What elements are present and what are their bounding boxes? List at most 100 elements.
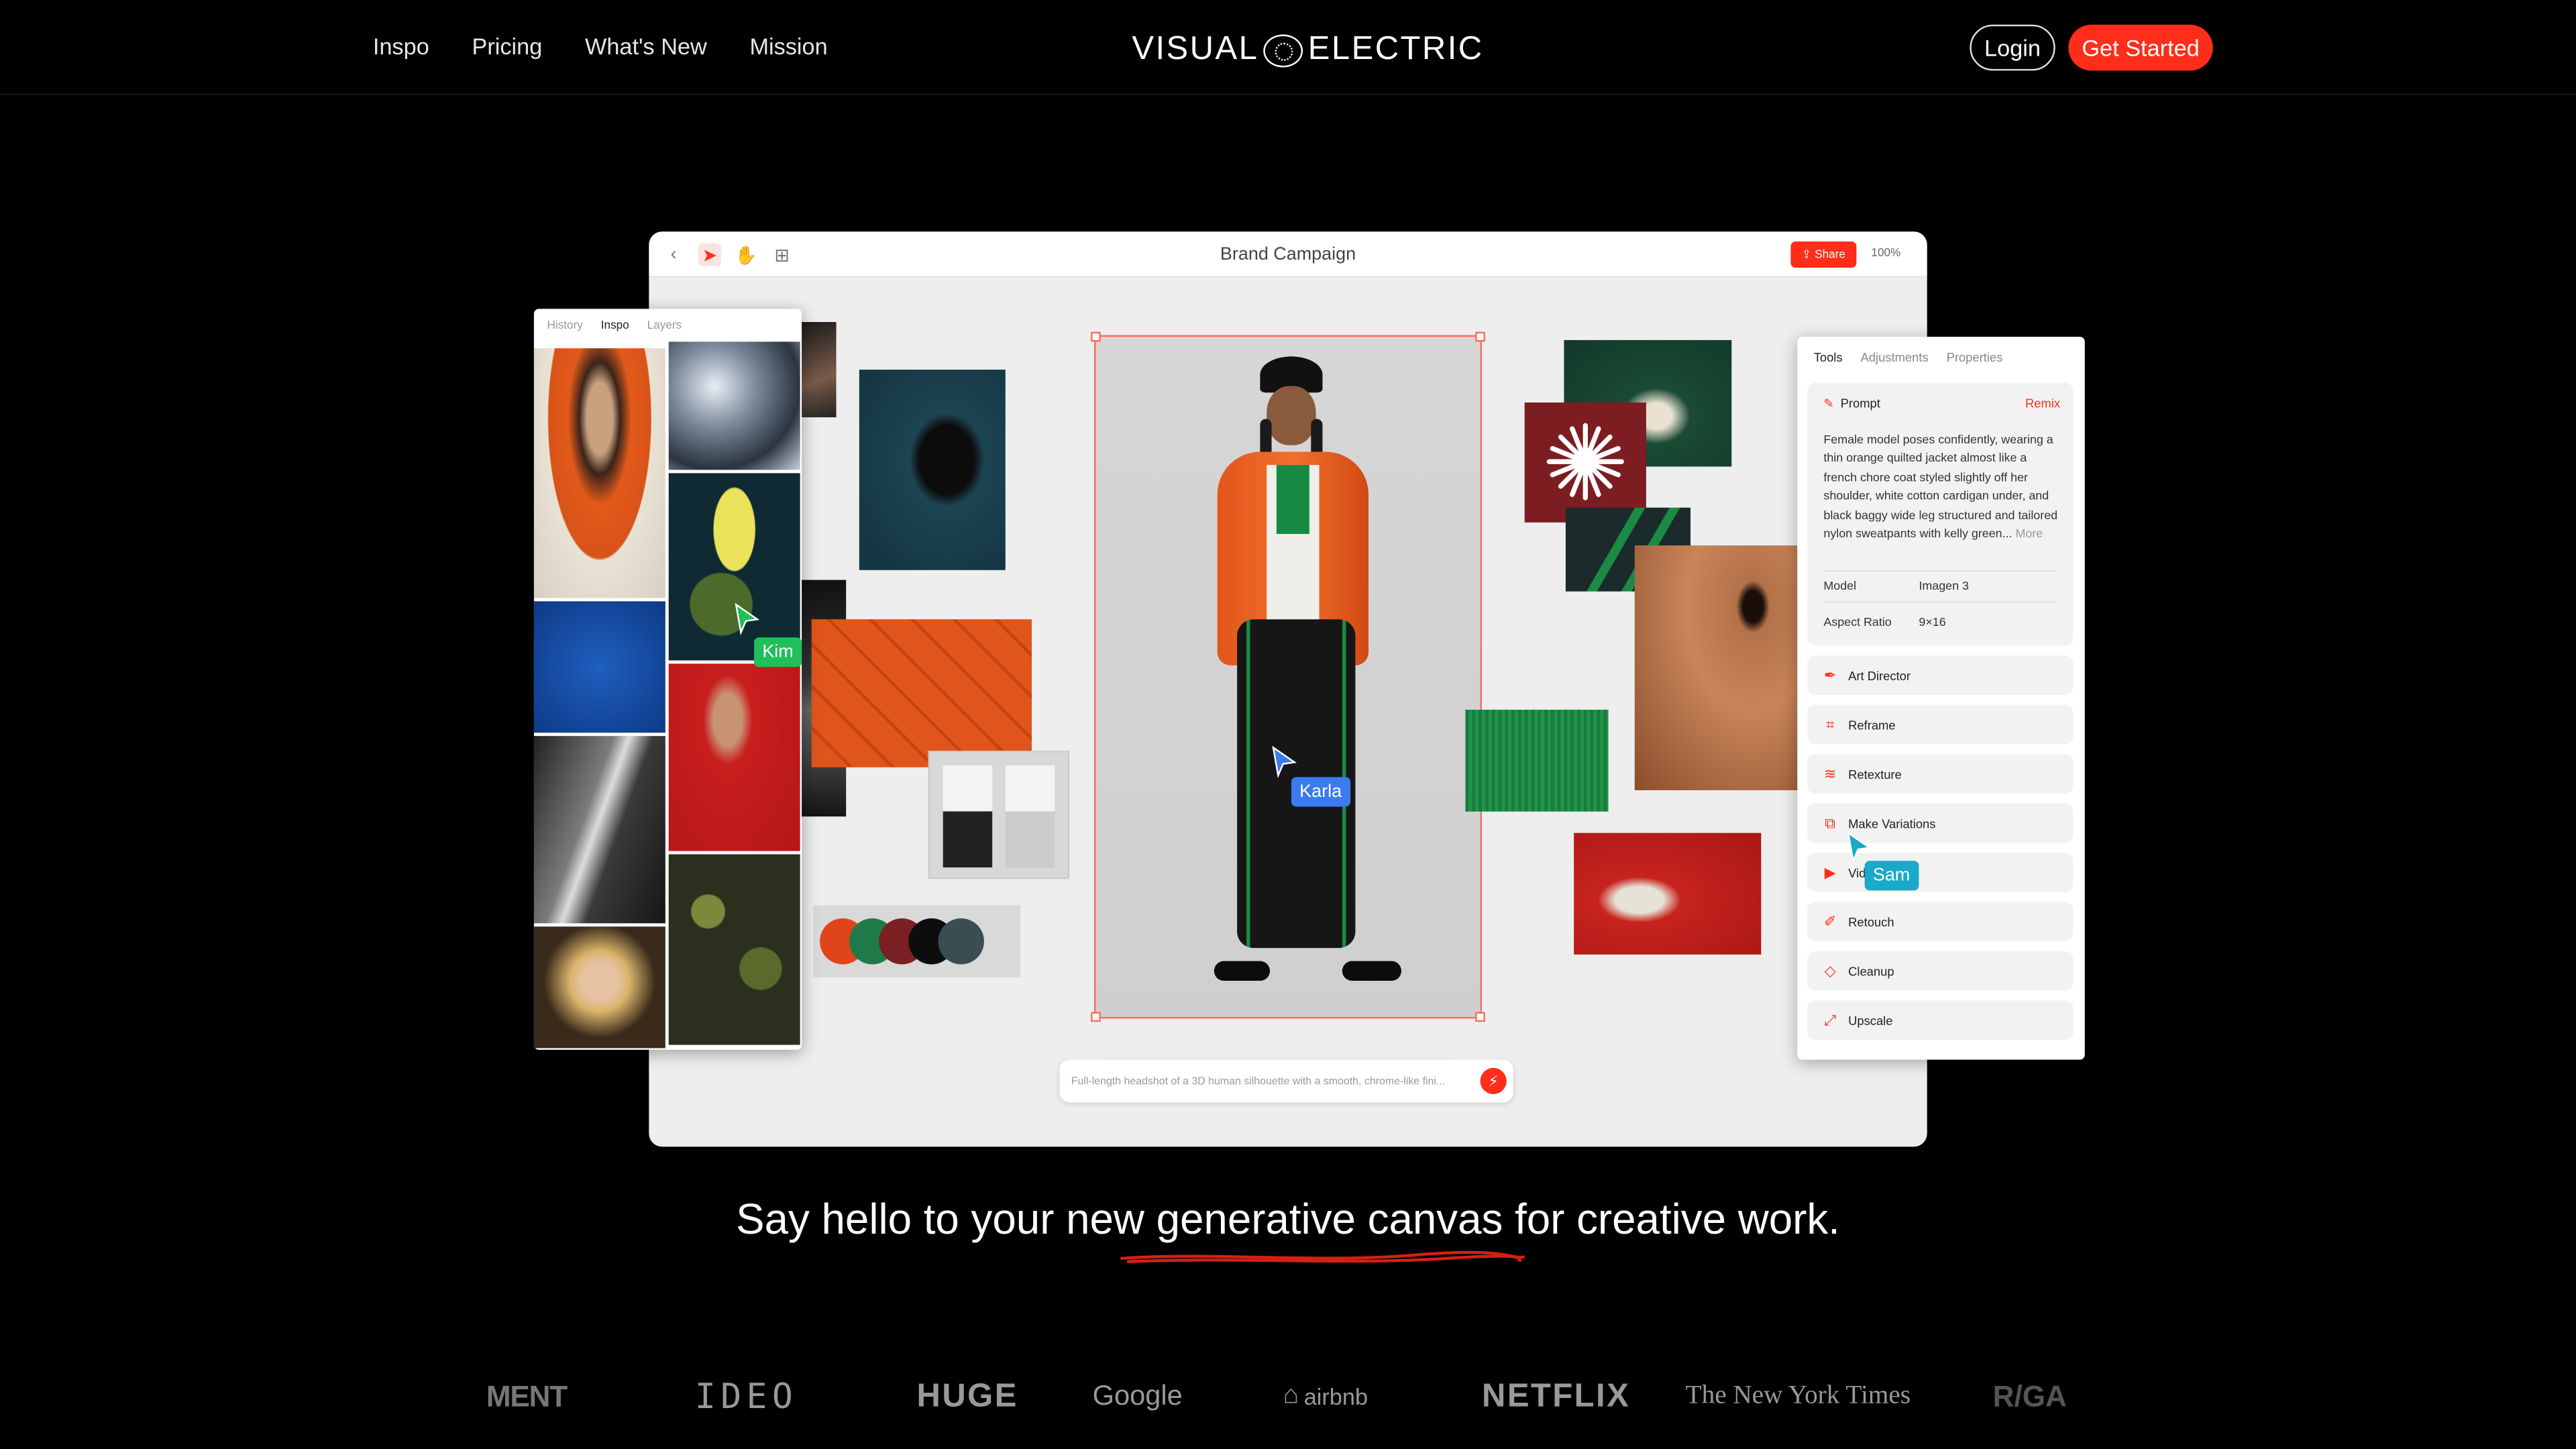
eye-logo-icon bbox=[1263, 34, 1303, 67]
prompt-label: Prompt bbox=[1840, 396, 1880, 411]
get-started-button[interactable]: Get Started bbox=[2068, 24, 2213, 71]
selection-handle-tl[interactable] bbox=[1091, 331, 1101, 342]
palette-swatch[interactable] bbox=[938, 918, 984, 965]
canvas-color-palette[interactable] bbox=[813, 905, 1020, 978]
tool-retouch[interactable]: ✐ Retouch bbox=[1807, 902, 2074, 942]
nav-link-whats-new[interactable]: What's New bbox=[585, 33, 707, 59]
nav-link-pricing[interactable]: Pricing bbox=[472, 33, 542, 59]
client-logo-ideo: IDEO bbox=[694, 1377, 798, 1417]
canvas-image-red-starburst[interactable] bbox=[1524, 402, 1646, 523]
tab-tools[interactable]: Tools bbox=[1814, 350, 1843, 365]
prompt-input[interactable]: Full-length headshot of a 3D human silho… bbox=[1059, 1059, 1513, 1103]
aspect-ratio-value[interactable]: 9×16 bbox=[1919, 614, 1945, 629]
tool-label: Art Director bbox=[1848, 667, 1911, 683]
login-button[interactable]: Login bbox=[1970, 24, 2055, 71]
upscale-icon: ⤢ bbox=[1824, 1011, 1836, 1028]
garment-back bbox=[1005, 765, 1055, 868]
tool-label: Upscale bbox=[1848, 1012, 1893, 1028]
inspo-image-phone-silver[interactable] bbox=[533, 736, 665, 924]
tool-label: Retouch bbox=[1848, 914, 1894, 929]
cursor-label-karla: Karla bbox=[1291, 777, 1350, 807]
prompt-divider bbox=[1823, 570, 2057, 572]
nav-link-inspo[interactable]: Inspo bbox=[373, 33, 429, 59]
model-shoe-right bbox=[1342, 961, 1401, 981]
video-icon: ▶ bbox=[1824, 863, 1836, 880]
kim-cursor-icon bbox=[735, 602, 760, 636]
aspect-ratio-row: Aspect Ratio 9×16 bbox=[1823, 614, 1945, 629]
selection-handle-tr[interactable] bbox=[1475, 331, 1485, 342]
share-button[interactable]: ⇪ Share bbox=[1790, 241, 1857, 268]
model-value[interactable]: Imagen 3 bbox=[1919, 578, 1969, 593]
prompt-card-header: ✎ Prompt bbox=[1823, 396, 1880, 411]
tools-panel: Tools Adjustments Properties ✎ Prompt Re… bbox=[1797, 337, 2085, 1060]
canvas-selected-main-image[interactable] bbox=[1094, 335, 1482, 1019]
prompt-text-block: Female model poses confidently, wearing … bbox=[1823, 431, 2061, 543]
texture-icon: ≋ bbox=[1823, 765, 1837, 782]
tool-label: Cleanup bbox=[1848, 963, 1894, 979]
canvas-image-portrait-strip[interactable] bbox=[800, 322, 837, 418]
client-logo-nyt: The New York Times bbox=[1685, 1381, 1911, 1410]
aspect-ratio-label: Aspect Ratio bbox=[1823, 614, 1892, 629]
selection-handle-br[interactable] bbox=[1475, 1012, 1485, 1022]
inspo-image-red-sweater[interactable] bbox=[668, 663, 800, 851]
canvas-image-black-shoe[interactable] bbox=[859, 370, 1006, 570]
inspo-panel: History Inspo Layers bbox=[533, 309, 802, 1050]
selection-handle-bl[interactable] bbox=[1091, 1012, 1101, 1022]
nav-links: Inspo Pricing What's New Mission bbox=[373, 33, 828, 59]
visual-electric-logo[interactable]: VISUAL ELECTRIC bbox=[1132, 32, 1483, 69]
more-link[interactable]: More bbox=[2016, 526, 2043, 541]
model-label: Model bbox=[1823, 578, 1857, 594]
client-logo-netflix: NETFLIX bbox=[1481, 1377, 1631, 1414]
prompt-text: Female model poses confidently, wearing … bbox=[1823, 432, 2058, 541]
inspo-image-blonde-woman[interactable] bbox=[533, 926, 665, 1049]
cursor-label-kim: Kim bbox=[754, 637, 802, 667]
model-green-top bbox=[1276, 465, 1309, 534]
client-logo-airbnb: ⌂ airbnb bbox=[1283, 1372, 1368, 1421]
zoom-level[interactable]: 100% bbox=[1871, 248, 1900, 260]
top-nav: Inspo Pricing What's New Mission VISUAL … bbox=[0, 0, 2576, 96]
inspo-image-bubbles[interactable] bbox=[668, 854, 800, 1045]
model-divider bbox=[1823, 601, 2057, 603]
tagline-scribble-underline bbox=[1120, 1250, 1525, 1264]
tool-label: Reframe bbox=[1848, 716, 1896, 733]
share-label: Share bbox=[1815, 249, 1845, 261]
inspo-image-basketball[interactable] bbox=[533, 601, 665, 733]
tab-adjustments[interactable]: Adjustments bbox=[1861, 350, 1929, 365]
starburst-icon bbox=[1546, 423, 1624, 500]
tool-art-director[interactable]: ✒ Art Director bbox=[1807, 655, 2074, 695]
logo-text-left: VISUAL bbox=[1132, 31, 1259, 68]
tab-layers[interactable]: Layers bbox=[647, 321, 682, 332]
model-row: Model Imagen 3 bbox=[1823, 578, 1969, 593]
tab-properties[interactable]: Properties bbox=[1947, 350, 2003, 365]
tool-reframe[interactable]: ⌗ Reframe bbox=[1807, 704, 2074, 745]
nav-link-mission[interactable]: Mission bbox=[749, 33, 827, 59]
palette-swatches bbox=[820, 918, 1017, 965]
tool-label: Vid bbox=[1848, 865, 1866, 880]
eraser-icon: ◇ bbox=[1824, 961, 1836, 979]
tool-cleanup[interactable]: ◇ Cleanup bbox=[1807, 951, 2074, 991]
tool-label: Make Variations bbox=[1848, 815, 1936, 830]
client-logo-ment: MENT bbox=[486, 1379, 568, 1412]
sam-cursor-icon bbox=[1847, 831, 1872, 864]
tab-history[interactable]: History bbox=[547, 321, 583, 332]
model-shoe-left bbox=[1214, 961, 1271, 981]
generate-button[interactable]: ⚡ bbox=[1480, 1067, 1507, 1095]
canvas-image-freckled-face[interactable] bbox=[1634, 545, 1799, 790]
canvas-image-garment-sketch[interactable] bbox=[928, 751, 1070, 879]
tool-upscale[interactable]: ⤢ Upscale bbox=[1807, 1000, 2074, 1040]
canvas-image-green-knit[interactable] bbox=[1465, 709, 1609, 812]
canvas-image-orange-quilted-fabric[interactable] bbox=[811, 619, 1032, 767]
canvas-image-red-sneaker[interactable] bbox=[1574, 833, 1762, 955]
model-face bbox=[1267, 386, 1316, 445]
remix-button[interactable]: Remix bbox=[2025, 396, 2060, 411]
client-logo-strip: MENT IDEO HUGE Google ⌂ airbnb NETFLIX Th… bbox=[486, 1372, 2088, 1421]
hero-tagline: Say hello to your new generative canvas … bbox=[736, 1194, 1840, 1244]
client-logo-huge: HUGE bbox=[916, 1377, 1018, 1414]
bolt-icon: ⚡ bbox=[1488, 1071, 1499, 1089]
inspo-image-chrome-fabric[interactable] bbox=[668, 341, 800, 470]
tab-inspo[interactable]: Inspo bbox=[601, 321, 629, 332]
share-icon: ⇪ bbox=[1801, 250, 1812, 262]
inspo-image-laughing-woman[interactable] bbox=[533, 348, 665, 598]
tool-retexture[interactable]: ≋ Retexture bbox=[1807, 754, 2074, 794]
client-logo-google: Google bbox=[1092, 1380, 1183, 1411]
